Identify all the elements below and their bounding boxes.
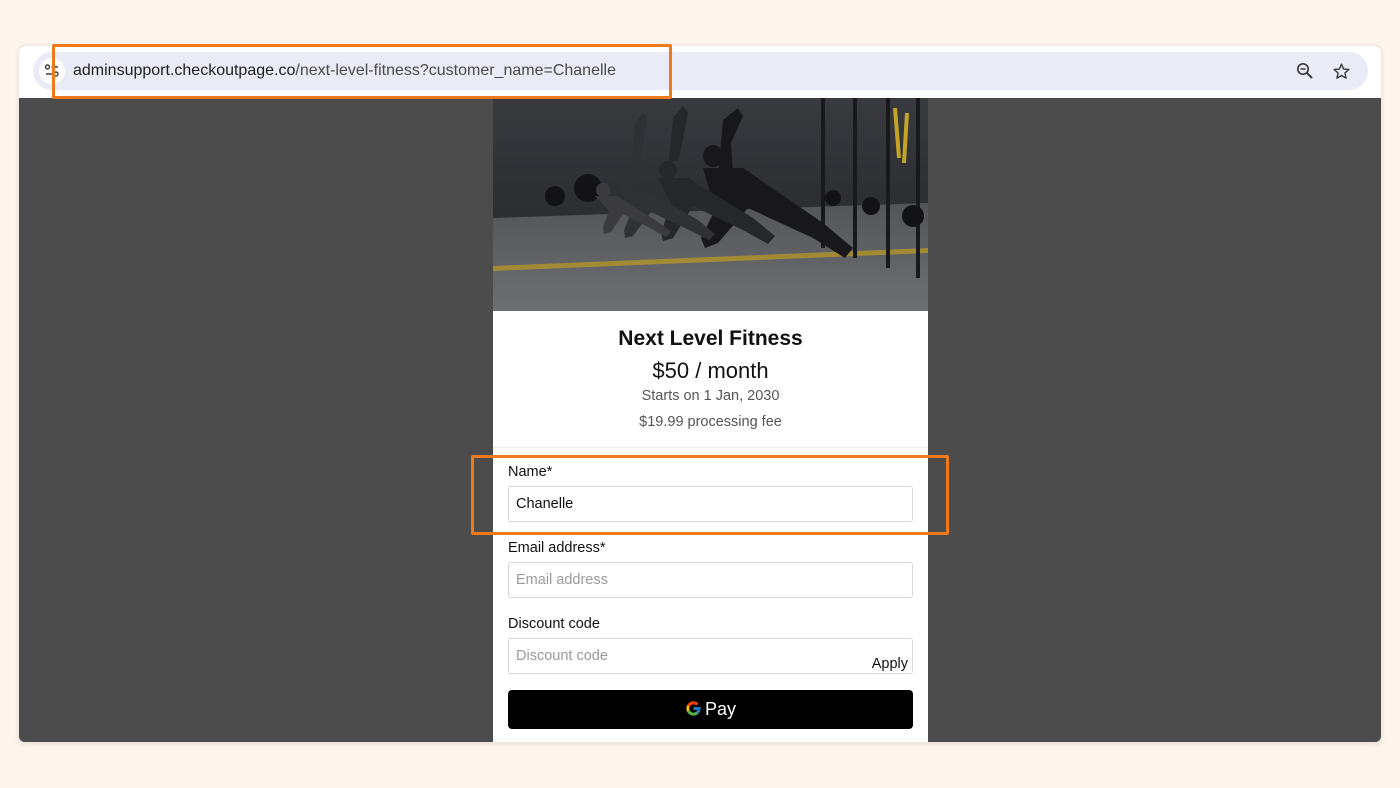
hero-image xyxy=(493,98,928,311)
address-bar[interactable]: adminsupport.checkoutpage.co/next-level-… xyxy=(33,52,1368,90)
bookmark-star-icon[interactable] xyxy=(1331,61,1351,81)
site-info-icon[interactable] xyxy=(39,58,65,84)
browser-window: adminsupport.checkoutpage.co/next-level-… xyxy=(19,46,1381,742)
name-label: Name* xyxy=(508,463,552,481)
name-input[interactable] xyxy=(508,486,913,522)
product-price: $50 / month xyxy=(652,358,769,383)
name-label-text: Name xyxy=(508,464,547,480)
browser-toolbar: adminsupport.checkoutpage.co/next-level-… xyxy=(19,46,1381,98)
url-path: /next-level-fitness?customer_name=Chanel… xyxy=(295,62,616,79)
checkout-card: Next Level Fitness $50 / month Starts on… xyxy=(493,98,928,742)
discount-label: Discount code xyxy=(508,616,600,632)
url-text[interactable]: adminsupport.checkoutpage.co/next-level-… xyxy=(73,61,616,81)
apply-discount-button[interactable]: Apply xyxy=(848,649,908,679)
processing-fee: $19.99 processing fee xyxy=(639,414,782,430)
google-g-icon xyxy=(685,700,702,720)
product-title: Next Level Fitness xyxy=(618,327,803,350)
start-date: Starts on 1 Jan, 2030 xyxy=(641,388,780,404)
email-label: Email address* xyxy=(508,539,606,557)
required-mark: * xyxy=(599,540,606,556)
email-input[interactable] xyxy=(508,562,913,598)
page-viewport: Next Level Fitness $50 / month Starts on… xyxy=(19,98,1381,742)
email-label-text: Email address xyxy=(508,540,600,556)
zoom-icon[interactable] xyxy=(1295,61,1315,81)
required-mark: * xyxy=(546,464,553,480)
url-host: adminsupport.checkoutpage.co xyxy=(73,62,296,79)
divider xyxy=(493,447,928,448)
google-pay-button[interactable]: Pay xyxy=(508,690,913,729)
pay-label: Pay xyxy=(704,699,737,719)
